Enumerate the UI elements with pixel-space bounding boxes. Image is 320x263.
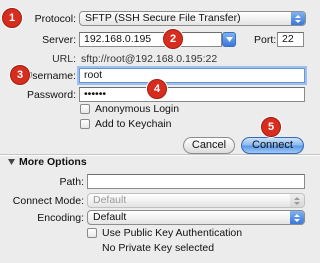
anonymous-login-checkbox[interactable] — [80, 104, 90, 114]
port-value: 22 — [282, 33, 294, 45]
username-value: root — [84, 69, 103, 81]
disclosure-triangle-down-icon[interactable] — [8, 159, 15, 165]
server-field[interactable]: 192.168.0.195 — [79, 32, 222, 47]
callout-badge-3: 3 — [10, 65, 30, 85]
add-keychain-checkbox[interactable] — [80, 119, 90, 129]
callout-badge-1: 1 — [2, 8, 22, 28]
password-field[interactable]: •••••• — [79, 87, 305, 102]
password-label: Password: — [26, 89, 76, 101]
encoding-value: Default — [93, 211, 127, 223]
server-label: Server: — [42, 34, 76, 46]
public-key-checkbox[interactable] — [87, 228, 97, 238]
url-value: sftp://root@192.168.0.195:22 — [81, 53, 218, 65]
public-key-label: Use Public Key Authentication — [102, 227, 243, 239]
username-field[interactable]: root — [79, 68, 305, 83]
callout-badge-2: 2 — [163, 29, 183, 49]
callout-badge-5: 5 — [261, 117, 281, 137]
up-down-arrows-icon — [291, 12, 305, 25]
server-value: 192.168.0.195 — [84, 33, 152, 45]
username-label: Username: — [24, 70, 76, 82]
url-label: URL: — [52, 53, 76, 65]
callout-badge-4: 4 — [147, 79, 167, 99]
add-keychain-label: Add to Keychain — [95, 118, 172, 130]
path-field[interactable] — [87, 174, 305, 189]
server-combo-button[interactable] — [222, 32, 236, 47]
cancel-button[interactable]: Cancel — [183, 137, 235, 154]
protocol-popup[interactable]: SFTP (SSH Secure File Transfer) — [79, 11, 306, 26]
password-value: •••••• — [84, 88, 107, 100]
port-label: Port: — [254, 34, 277, 46]
up-down-arrows-icon — [290, 211, 304, 224]
connect-mode-label: Connect Mode: — [12, 195, 84, 207]
connect-mode-popup: Default — [87, 193, 305, 208]
anonymous-login-label: Anonymous Login — [95, 103, 180, 115]
connect-mode-value: Default — [93, 194, 127, 206]
private-key-status: No Private Key selected — [102, 242, 215, 254]
encoding-label: Encoding: — [37, 212, 84, 224]
connect-button[interactable]: Connect — [241, 137, 304, 154]
port-field[interactable]: 22 — [277, 32, 304, 47]
chevron-down-icon — [225, 37, 233, 42]
more-options-title[interactable]: More Options — [19, 156, 87, 168]
path-label: Path: — [59, 176, 84, 188]
up-down-arrows-icon — [290, 194, 304, 207]
protocol-value: SFTP (SSH Secure File Transfer) — [85, 12, 241, 24]
protocol-label: Protocol: — [34, 13, 76, 25]
encoding-popup[interactable]: Default — [87, 210, 305, 225]
